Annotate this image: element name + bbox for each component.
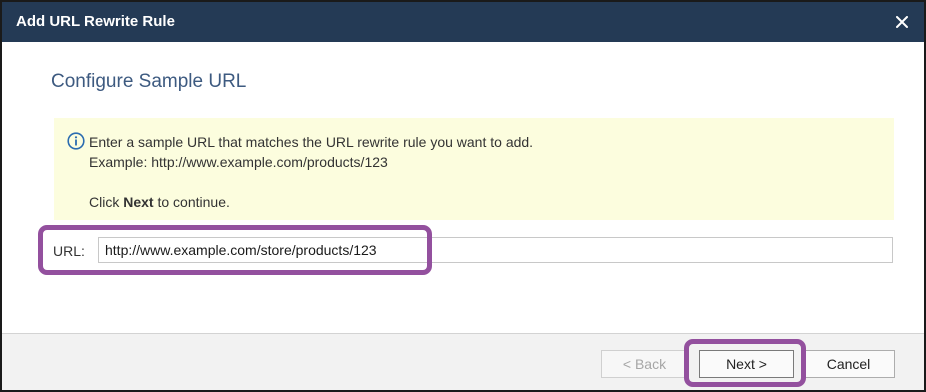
info-icon [67,132,85,150]
info-line-2: Example: http://www.example.com/products… [89,154,388,170]
dialog-titlebar: Add URL Rewrite Rule [2,2,924,42]
url-label: URL: [53,243,85,259]
dialog-title: Add URL Rewrite Rule [16,13,175,30]
info-text: Enter a sample URL that matches the URL … [89,132,533,212]
info-line-1: Enter a sample URL that matches the URL … [89,134,534,150]
back-button[interactable]: < Back [601,350,688,378]
info-line-3-prefix: Click [89,194,124,210]
close-button[interactable] [890,10,914,34]
info-line-3-suffix: to continue. [153,194,230,210]
url-input[interactable] [98,237,893,263]
next-button[interactable]: Next > [699,350,794,378]
info-box: Enter a sample URL that matches the URL … [54,118,894,220]
dialog-window: Add URL Rewrite Rule Configure Sample UR… [0,0,926,392]
cancel-button[interactable]: Cancel [802,350,895,378]
info-line-3-bold: Next [123,194,154,210]
close-icon [896,16,908,28]
page-title: Configure Sample URL [51,71,247,92]
info-line-3: Click Next to continue. [89,192,533,212]
